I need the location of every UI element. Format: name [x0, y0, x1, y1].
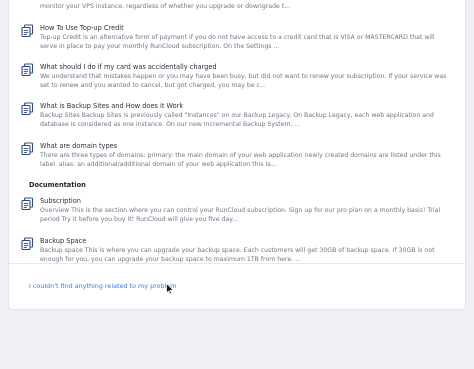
result-excerpt: Backup Sites Backup Sites is previously … — [40, 112, 434, 129]
result-title[interactable]: Backup Space — [40, 237, 451, 246]
result-excerpt: monitor your VPS instance, regardless of… — [40, 3, 291, 10]
document-icon — [21, 237, 34, 250]
document-icon — [21, 142, 34, 155]
result-title[interactable]: What are domain types — [40, 142, 451, 151]
result-excerpt: We understand that mistakes happen or yo… — [40, 73, 447, 90]
result-title[interactable]: Subscription — [40, 197, 451, 206]
document-icon — [21, 63, 34, 76]
not-found-link[interactable]: I couldn't find anything related to my p… — [29, 282, 177, 290]
document-icon — [21, 102, 34, 115]
result-title[interactable]: What is Backup Sites and How does it Wor… — [40, 102, 451, 111]
mouse-pointer-icon — [166, 283, 174, 295]
result-excerpt: Overview This is the section where you c… — [40, 207, 441, 224]
document-icon — [21, 24, 34, 37]
result-excerpt: Top-up Credit is an alternative form of … — [40, 34, 435, 51]
document-icon — [21, 197, 34, 210]
section-heading-documentation: Documentation — [29, 181, 86, 189]
result-title[interactable]: What should I do if my card was accident… — [40, 63, 451, 72]
result-excerpt: There are three types of domains: primar… — [40, 152, 441, 169]
result-excerpt: Backup space This is where you can upgra… — [40, 247, 435, 264]
result-title[interactable]: How To Use Top-up Credit — [40, 24, 451, 33]
